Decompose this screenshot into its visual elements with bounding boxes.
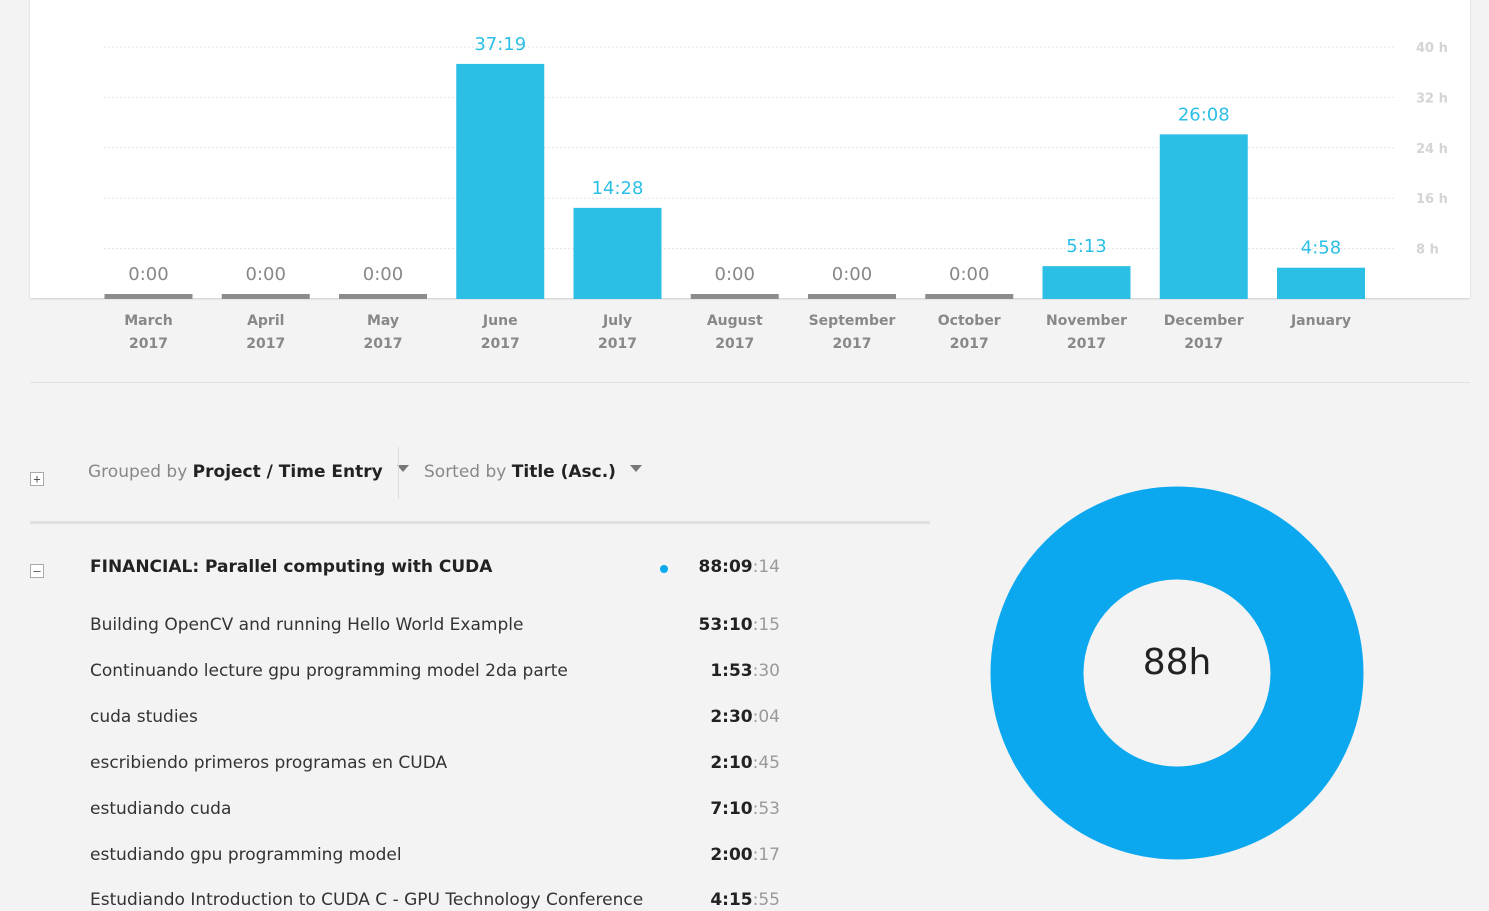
duration-seconds: :15: [752, 615, 780, 635]
bar[interactable]: [925, 294, 1014, 299]
monthly-bar-chart: 8 h 16 h 24 h 32 h 40 h 0:00 March 2017 0:00 Apri…: [30, 0, 1470, 352]
entry-title: Continuando lecture gpu programming mode…: [90, 661, 568, 681]
duration-seconds: :04: [752, 707, 780, 727]
x-year-label: 2017: [833, 336, 872, 352]
duration-seconds: :45: [752, 753, 780, 773]
bar-value-label: 0:00: [128, 264, 168, 285]
x-year-label: 2017: [364, 336, 403, 352]
duration-main: 1:53: [710, 661, 753, 681]
x-month-label: November: [1046, 313, 1127, 329]
sorted-by-value: Title (Asc.): [511, 462, 616, 482]
project-title: FINANCIAL: Parallel computing with CUDA: [90, 557, 493, 577]
y-tick-label: 40 h: [1416, 41, 1448, 56]
entry-duration: 4:15:55: [710, 890, 780, 910]
bar[interactable]: [808, 294, 896, 299]
x-month-label: October: [938, 313, 1001, 329]
bar-value-label: 0:00: [246, 264, 286, 285]
duration-main: 88:09: [698, 557, 753, 577]
section-divider: [30, 382, 1470, 383]
duration-seconds: :53: [752, 799, 780, 819]
y-tick-label: 32 h: [1416, 91, 1448, 106]
sorted-by-prefix: Sorted by: [424, 462, 512, 482]
x-year-label: 2017: [129, 336, 168, 352]
caret-down-icon: [629, 464, 642, 472]
bar[interactable]: [104, 294, 193, 299]
duration-main: 4:15: [710, 890, 753, 910]
grouped-by-dropdown[interactable]: Grouped by Project / Time Entry: [88, 462, 409, 482]
x-year-label: 2017: [481, 336, 520, 352]
entry-title: estudiando gpu programming model: [90, 845, 402, 865]
entry-duration: 7:10:53: [710, 799, 780, 819]
duration-seconds: :30: [752, 661, 780, 681]
entry-title: estudiando cuda: [90, 799, 232, 819]
entry-duration: 2:30:04: [710, 707, 780, 727]
list-divider: [30, 521, 930, 524]
duration-main: 2:00: [710, 845, 753, 865]
x-year-label: 2017: [950, 336, 989, 352]
bar[interactable]: [339, 294, 427, 299]
bar[interactable]: [456, 63, 545, 300]
x-year-label: 2017: [715, 336, 754, 352]
bar[interactable]: [1277, 267, 1365, 299]
x-month-label: August: [707, 313, 763, 329]
y-tick-label: 8 h: [1416, 243, 1439, 258]
entry-title: cuda studies: [90, 707, 198, 727]
duration-seconds: :14: [752, 557, 780, 577]
entry-title: escribiendo primeros programas en CUDA: [90, 753, 448, 773]
x-month-label: July: [602, 313, 632, 329]
x-month-label: April: [247, 313, 284, 329]
bar-value-label: 37:19: [474, 34, 526, 55]
donut-total-label: 88h: [1142, 642, 1212, 683]
project-duration: 88:09:14: [699, 557, 780, 577]
bar[interactable]: [690, 294, 779, 299]
bar-value-label: 4:58: [1301, 238, 1341, 259]
x-year-label: 2017: [246, 336, 285, 352]
bar[interactable]: [1159, 134, 1248, 299]
x-month-label: June: [482, 313, 518, 329]
bar-value-label: 0:00: [715, 264, 755, 285]
x-month-label: March: [124, 313, 173, 329]
sorted-by-dropdown[interactable]: Sorted by Title (Asc.): [424, 462, 642, 482]
bar-value-label: 0:00: [949, 264, 989, 285]
duration-seconds: :17: [752, 845, 780, 865]
x-year-label: 2017: [598, 336, 637, 352]
x-month-label: December: [1164, 313, 1244, 329]
entry-title: Estudiando Introduction to CUDA C - GPU …: [90, 890, 644, 910]
bar-value-label: 14:28: [592, 178, 644, 199]
bar-value-label: 26:08: [1178, 104, 1230, 125]
duration-main: 2:10: [710, 753, 753, 773]
grouped-by-value: Project / Time Entry: [192, 462, 383, 482]
project-color-dot: [660, 565, 668, 573]
y-tick-label: 16 h: [1416, 192, 1448, 207]
entry-duration: 1:53:30: [710, 661, 780, 681]
x-month-label: May: [367, 313, 399, 329]
y-tick-label: 24 h: [1416, 142, 1448, 157]
duration-seconds: :55: [752, 890, 780, 910]
control-separator: [398, 447, 399, 499]
x-month-label: September: [809, 313, 896, 329]
bar-chart-svg: 8 h 16 h 24 h 32 h 40 h 0:00 March 2017 0:00 Apri…: [104, 34, 1448, 352]
duration-main: 2:30: [710, 707, 753, 727]
entry-duration: 53:10:15: [699, 615, 780, 635]
bar[interactable]: [1042, 266, 1131, 299]
grouped-by-prefix: Grouped by: [88, 462, 193, 482]
x-year-label: 2017: [1067, 336, 1106, 352]
bar-value-label: 0:00: [363, 264, 403, 285]
duration-main: 7:10: [710, 799, 753, 819]
bar[interactable]: [573, 207, 662, 299]
x-month-label: January: [1290, 313, 1351, 329]
expand-all-toggle[interactable]: +: [30, 472, 44, 486]
bar-value-label: 5:13: [1066, 236, 1106, 257]
entry-duration: 2:10:45: [710, 753, 780, 773]
bar-value-label: 0:00: [832, 264, 872, 285]
duration-main: 53:10: [698, 615, 753, 635]
x-year-label: 2017: [1184, 336, 1223, 352]
entry-duration: 2:00:17: [710, 845, 780, 865]
bar[interactable]: [221, 294, 310, 299]
entry-title: Building OpenCV and running Hello World …: [90, 615, 524, 635]
collapse-project-toggle[interactable]: –: [30, 564, 44, 578]
